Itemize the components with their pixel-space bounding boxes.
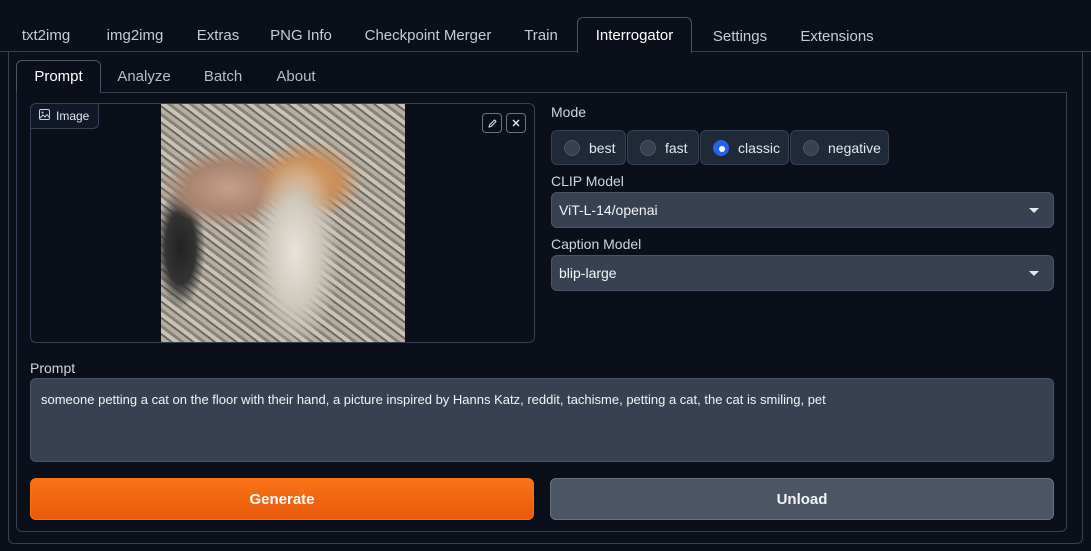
mode-option-label: best	[589, 139, 616, 156]
image-label-text: Image	[56, 109, 90, 123]
prompt-label: Prompt	[30, 360, 76, 376]
close-icon[interactable]	[506, 113, 526, 133]
tab-png-info[interactable]: PNG Info	[258, 17, 344, 53]
sub-tab-bar: Prompt Analyze Batch About	[16, 60, 1067, 93]
caption-model-label: Caption Model	[551, 236, 642, 252]
tab-interrogator[interactable]: Interrogator	[577, 17, 692, 53]
mode-option-label: fast	[665, 139, 688, 156]
radio-icon	[803, 139, 819, 156]
clip-model-label: CLIP Model	[551, 173, 624, 189]
tab-train[interactable]: Train	[512, 17, 570, 53]
mode-option-label: negative	[828, 139, 881, 156]
tab-settings[interactable]: Settings	[700, 18, 780, 54]
clip-model-dropdown[interactable]: ViT-L-14/openai	[551, 192, 1054, 228]
unload-button[interactable]: Unload	[550, 478, 1054, 520]
mode-option-best[interactable]: best	[551, 130, 626, 165]
clip-model-value: ViT-L-14/openai	[559, 202, 658, 218]
top-tab-bar: txt2img img2img Extras PNG Info Checkpoi…	[0, 0, 1091, 54]
tab-extensions[interactable]: Extensions	[789, 18, 885, 54]
subtab-batch[interactable]: Batch	[192, 60, 254, 93]
radio-checked-icon	[713, 139, 729, 156]
generate-button[interactable]: Generate	[30, 478, 534, 520]
mode-option-classic[interactable]: classic	[700, 130, 789, 165]
chevron-down-icon	[1029, 208, 1039, 213]
image-icon	[39, 109, 50, 123]
mode-option-negative[interactable]: negative	[790, 130, 889, 165]
mode-option-fast[interactable]: fast	[627, 130, 699, 165]
image-upload[interactable]: Image	[30, 103, 535, 343]
subtab-about[interactable]: About	[264, 60, 328, 93]
tab-img2img[interactable]: img2img	[92, 17, 178, 53]
prompt-textarea[interactable]: someone petting a cat on the floor with …	[30, 378, 1054, 462]
tab-checkpoint-merger[interactable]: Checkpoint Merger	[352, 17, 504, 53]
caption-model-value: blip-large	[559, 265, 617, 281]
tab-txt2img[interactable]: txt2img	[8, 17, 84, 53]
tab-extras[interactable]: Extras	[186, 17, 250, 53]
mode-option-label: classic	[738, 139, 781, 156]
subtab-analyze[interactable]: Analyze	[108, 60, 180, 93]
subtab-prompt[interactable]: Prompt	[16, 60, 101, 93]
uploaded-image	[161, 104, 405, 342]
chevron-down-icon	[1029, 271, 1039, 276]
radio-icon	[564, 139, 580, 156]
caption-model-dropdown[interactable]: blip-large	[551, 255, 1054, 291]
pencil-icon[interactable]	[482, 113, 502, 133]
radio-icon	[640, 139, 656, 156]
mode-label: Mode	[551, 104, 587, 120]
image-label: Image	[31, 104, 100, 129]
